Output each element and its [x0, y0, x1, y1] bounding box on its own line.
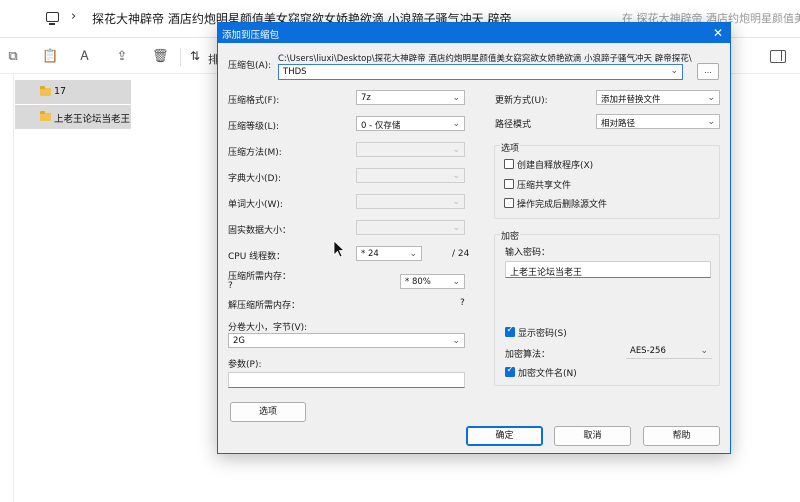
params-label: 参数(P): [228, 360, 262, 370]
dialog-titlebar[interactable]: 添加到压缩包 ✕ [218, 23, 730, 43]
mem-decompress-q: ? [460, 298, 465, 308]
split-select[interactable]: 2G ⌄ [228, 333, 465, 348]
sfx-label[interactable]: 创建自释放程序(X) [517, 158, 593, 171]
this-pc-icon[interactable] [46, 12, 59, 25]
chevron-down-icon: ⌄ [452, 277, 460, 287]
options-group-title: 选项 [500, 141, 521, 154]
threads-select[interactable]: * 24 ⌄ [356, 246, 422, 261]
close-icon[interactable]: ✕ [710, 25, 726, 41]
format-select[interactable]: 7z ⌄ [356, 90, 465, 105]
delete-after-label[interactable]: 操作完成后删除源文件 [517, 197, 607, 210]
sfx-checkbox[interactable] [504, 159, 514, 169]
word-select[interactable]: ⌄ [356, 194, 465, 209]
word-label: 单词大小(W): [228, 200, 283, 210]
mem-compress-select[interactable]: * 80% ⌄ [400, 274, 465, 289]
chevron-down-icon: ⌄ [452, 336, 460, 346]
chevron-right-icon[interactable]: › [71, 9, 76, 24]
copy-icon[interactable]: ⧉ [6, 50, 20, 64]
encrypt-method-label: 加密算法： [505, 350, 551, 360]
toolbar-divider [180, 48, 181, 66]
file-name: 上老王论坛当老王 [54, 114, 131, 125]
browse-button[interactable]: ... [697, 63, 719, 80]
add-to-archive-dialog: 添加到压缩包 ✕ 压缩包(A): C:\Users\liuxi\Desktop\… [217, 22, 731, 454]
chevron-down-icon[interactable]: ⌄ [670, 66, 678, 76]
delete-after-checkbox[interactable] [504, 198, 514, 208]
shared-label[interactable]: 压缩共享文件 [517, 178, 571, 191]
encrypt-names-label[interactable]: 加密文件名(N) [518, 366, 577, 379]
archive-name-combo[interactable]: THDS ⌄ [278, 64, 683, 80]
password-label: 输入密码： [505, 248, 551, 258]
split-label: 分卷大小，字节(V): [228, 323, 308, 333]
update-label: 更新方式(U): [495, 96, 548, 106]
chevron-down-icon: ⌄ [452, 171, 460, 181]
encryption-group-title: 加密 [500, 229, 521, 242]
method-select[interactable]: ⌄ [356, 142, 465, 157]
shared-checkbox[interactable] [504, 179, 514, 189]
params-input[interactable] [228, 372, 465, 388]
cancel-button[interactable]: 取消 [554, 426, 631, 446]
chevron-down-icon: ⌄ [700, 346, 708, 356]
help-button[interactable]: 帮助 [643, 426, 720, 446]
rename-icon[interactable]: Ꭺ [78, 50, 92, 64]
dict-label: 字典大小(D): [228, 174, 281, 184]
threads-value: * 24 [361, 248, 379, 259]
archive-label: 压缩包(A): [228, 61, 272, 71]
mem-decompress-label: 解压缩所需内存： [228, 301, 301, 311]
navigation-pane[interactable] [0, 75, 14, 502]
update-value: 添加并替换文件 [601, 94, 661, 105]
level-select[interactable]: 0 - 仅存储 ⌄ [356, 116, 465, 131]
path-mode-label: 路径模式 [495, 120, 532, 130]
update-select[interactable]: 添加并替换文件 ⌄ [596, 90, 720, 105]
mem-compress-label: 压缩所需内存： [228, 272, 292, 282]
archive-path: C:\Users\liuxi\Desktop\探花大神辟帝 酒店约炮明星颜值美女… [278, 54, 692, 64]
share-icon[interactable]: ⇪ [115, 50, 129, 64]
encrypt-names-checkbox[interactable] [505, 365, 515, 377]
folder-icon [40, 111, 51, 121]
chevron-down-icon: ⌄ [452, 197, 460, 207]
chevron-down-icon: ⌄ [707, 93, 715, 103]
password-value: 上老王论坛当老王 [510, 268, 583, 278]
file-name: 17 [54, 86, 67, 97]
chevron-down-icon: ⌄ [707, 117, 715, 127]
archive-name-value: THDS [283, 67, 307, 77]
chevron-down-icon: ⌄ [452, 223, 460, 233]
ok-button[interactable]: 确定 [466, 426, 543, 446]
details-pane-icon[interactable] [770, 50, 786, 63]
options-button[interactable]: 选项 [230, 402, 306, 422]
level-value: 0 - 仅存储 [361, 120, 401, 131]
chevron-down-icon: ⌄ [409, 249, 417, 259]
format-label: 压缩格式(F): [228, 96, 280, 106]
folder-icon [40, 86, 51, 96]
dialog-title: 添加到压缩包 [222, 30, 280, 41]
mem-compress-q: ? [228, 281, 233, 291]
split-value: 2G [233, 335, 245, 346]
threads-total: / 24 [452, 249, 470, 259]
mouse-cursor-icon [333, 240, 345, 258]
show-password-checkbox[interactable] [505, 325, 515, 337]
file-item-17[interactable]: 17 [15, 80, 131, 104]
solid-select[interactable]: ⌄ [356, 220, 465, 235]
encrypt-method-value: AES-256 [630, 345, 666, 356]
method-label: 压缩方法(M): [228, 148, 282, 158]
chevron-down-icon: ⌄ [452, 93, 460, 103]
level-label: 压缩等级(L): [228, 122, 280, 132]
chevron-down-icon: ⌄ [452, 145, 460, 155]
dict-select[interactable]: ⌄ [356, 168, 465, 183]
file-item-laowang[interactable]: 上老王论坛当老王 [15, 105, 131, 129]
encrypt-method-select[interactable]: AES-256 ⌄ [626, 344, 712, 359]
password-input[interactable]: 上老王论坛当老王 [505, 261, 711, 278]
chevron-down-icon: ⌄ [452, 119, 460, 129]
delete-icon[interactable]: 🗑 [152, 50, 169, 64]
sort-icon[interactable]: ⇅ [190, 49, 200, 63]
path-mode-value: 相对路径 [601, 118, 636, 129]
threads-label: CPU 线程数： [228, 252, 286, 262]
path-mode-select[interactable]: 相对路径 ⌄ [596, 114, 720, 129]
paste-icon[interactable]: 📋 [42, 50, 58, 64]
solid-label: 固实数据大小： [228, 226, 292, 236]
mem-compress-value: * 80% [405, 276, 431, 287]
show-password-label[interactable]: 显示密码(S) [518, 326, 567, 339]
format-value: 7z [361, 92, 371, 103]
